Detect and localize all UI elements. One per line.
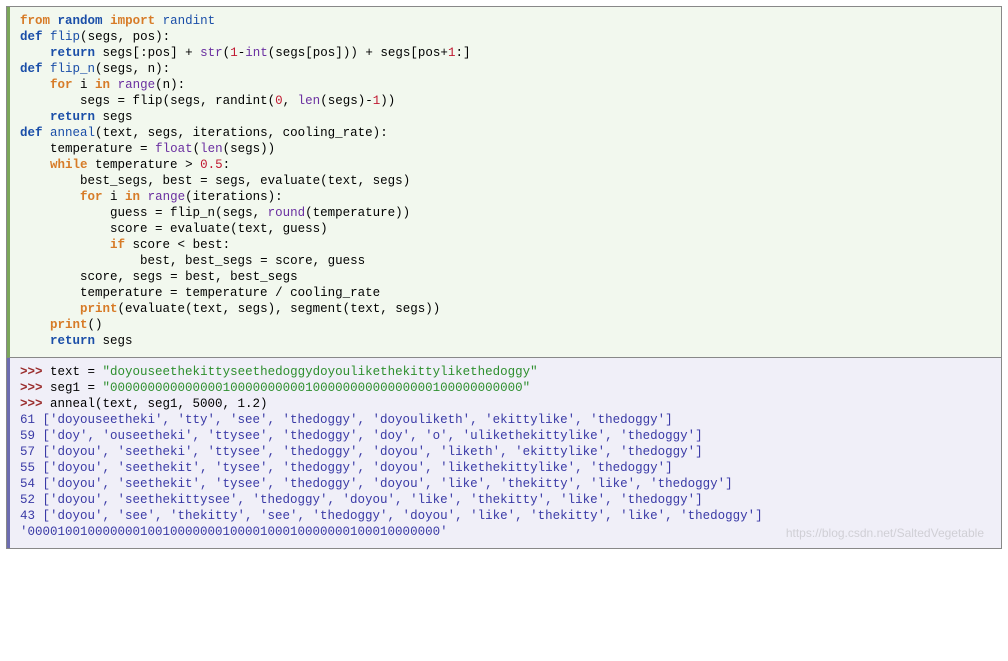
repl-prompt: >>>	[20, 381, 50, 395]
code-line: guess = flip_n(segs, round(temperature))	[20, 205, 991, 221]
repl-output-line: 55 ['doyou', 'seethekit', 'tysee', 'thed…	[20, 460, 991, 476]
code-line: print(evaluate(text, segs), segment(text…	[20, 301, 991, 317]
repl-input-line: >>> anneal(text, seg1, 5000, 1.2)	[20, 396, 991, 412]
repl-input-line: >>> seg1 = "0000000000000001000000000010…	[20, 380, 991, 396]
code-line: score = evaluate(text, guess)	[20, 221, 991, 237]
code-line: def flip(segs, pos):	[20, 29, 991, 45]
code-line: from random import randint	[20, 13, 991, 29]
source-code-panel: from random import randintdef flip(segs,…	[7, 7, 1001, 358]
repl-output-line: '000010010000000100100000001000010001000…	[20, 524, 991, 540]
code-line: def flip_n(segs, n):	[20, 61, 991, 77]
code-line: for i in range(n):	[20, 77, 991, 93]
repl-output-line: 59 ['doy', 'ouseetheki', 'ttysee', 'thed…	[20, 428, 991, 444]
code-line: print()	[20, 317, 991, 333]
repl-output-line: 54 ['doyou', 'seethekit', 'tysee', 'thed…	[20, 476, 991, 492]
code-line: if score < best:	[20, 237, 991, 253]
code-line: return segs	[20, 333, 991, 349]
code-line: for i in range(iterations):	[20, 189, 991, 205]
code-line: best_segs, best = segs, evaluate(text, s…	[20, 173, 991, 189]
repl-output-panel: >>> text = "doyouseethekittyseethedoggyd…	[7, 358, 1001, 548]
repl-input-line: >>> text = "doyouseethekittyseethedoggyd…	[20, 364, 991, 380]
repl-prompt: >>>	[20, 397, 50, 411]
code-line: best, best_segs = score, guess	[20, 253, 991, 269]
repl-output-line: 43 ['doyou', 'see', 'thekitty', 'see', '…	[20, 508, 991, 524]
code-line: return segs[:pos] + str(1-int(segs[pos])…	[20, 45, 991, 61]
code-line: temperature = temperature / cooling_rate	[20, 285, 991, 301]
repl-output-line: 52 ['doyou', 'seethekittysee', 'thedoggy…	[20, 492, 991, 508]
code-line: def anneal(text, segs, iterations, cooli…	[20, 125, 991, 141]
code-line: score, segs = best, best_segs	[20, 269, 991, 285]
code-frame: from random import randintdef flip(segs,…	[6, 6, 1002, 549]
repl-prompt: >>>	[20, 365, 50, 379]
code-line: return segs	[20, 109, 991, 125]
code-line: temperature = float(len(segs))	[20, 141, 991, 157]
code-line: while temperature > 0.5:	[20, 157, 991, 173]
repl-output-line: 61 ['doyouseetheki', 'tty', 'see', 'thed…	[20, 412, 991, 428]
repl-output-line: 57 ['doyou', 'seetheki', 'ttysee', 'thed…	[20, 444, 991, 460]
code-line: segs = flip(segs, randint(0, len(segs)-1…	[20, 93, 991, 109]
